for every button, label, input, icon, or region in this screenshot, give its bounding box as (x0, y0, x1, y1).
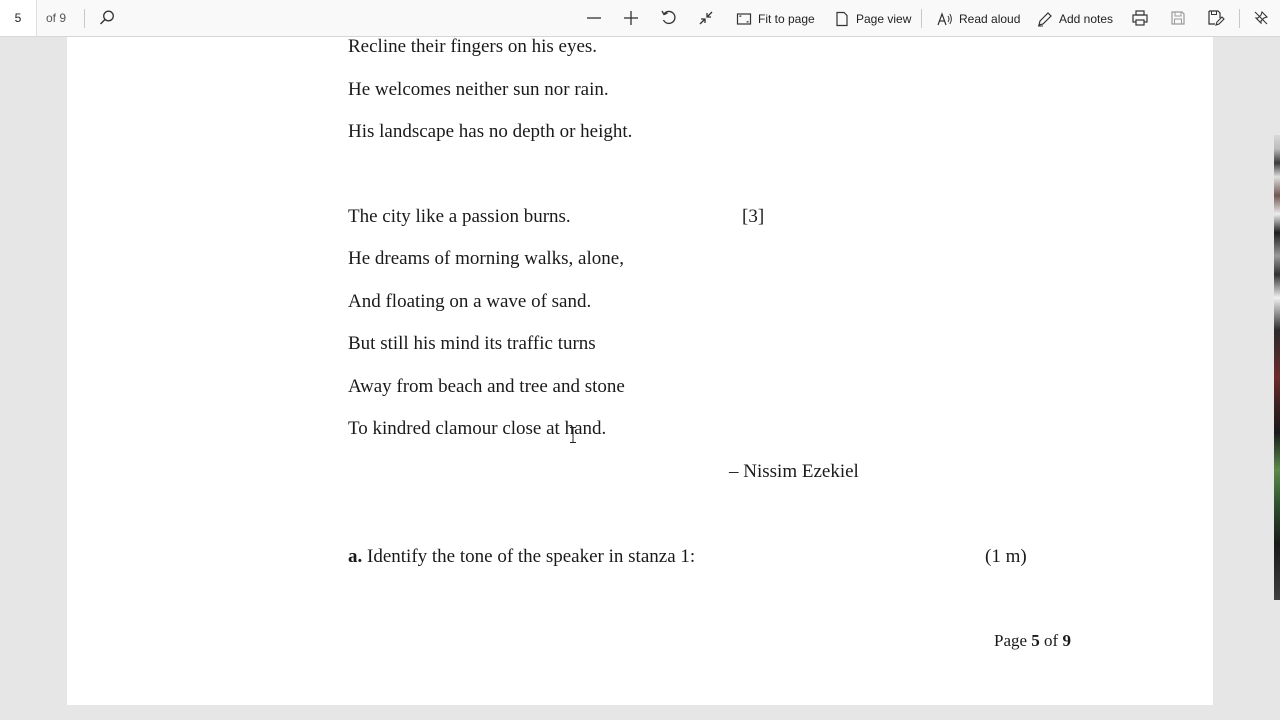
poem-line: He dreams of morning walks, alone, (348, 248, 624, 269)
poem-author: – Nissim Ezekiel (729, 461, 859, 482)
poem-line: Away from beach and tree and stone (348, 376, 625, 397)
fit-to-page-label: Fit to page (758, 11, 815, 26)
read-aloud-label: Read aloud (959, 11, 1021, 26)
poem-line: Recline their fingers on his eyes. (348, 36, 598, 57)
pen-icon (1038, 11, 1052, 26)
question-marks: (1 m) (985, 546, 1027, 567)
poem-line: And floating on a wave of sand. (348, 291, 592, 312)
page-footer: Page 5 of 9 (994, 631, 1071, 651)
fit-to-page-icon (736, 12, 752, 25)
fit-to-page-button[interactable]: Fit to page (736, 0, 815, 37)
print-icon[interactable] (1128, 6, 1152, 30)
save-icon[interactable] (1166, 6, 1190, 30)
stanza-number: [3] (742, 206, 765, 227)
fit-width-icon[interactable] (694, 6, 718, 30)
page-view-button[interactable]: Page view (834, 0, 911, 37)
toolbar-divider (1239, 9, 1240, 28)
add-notes-label: Add notes (1059, 11, 1114, 26)
poem-line: He welcomes neither sun nor rain. (348, 79, 609, 100)
save-as-icon[interactable] (1204, 6, 1228, 30)
poem-line: His landscape has no depth or height. (348, 121, 633, 142)
question-label: a. (348, 546, 363, 567)
zoom-in-icon[interactable] (619, 6, 643, 30)
question-text: Identify the tone of the speaker in stan… (362, 546, 696, 567)
toolbar-divider (84, 9, 85, 28)
pdf-toolbar: 5 of 9 Fit to page Page view Read aloud … (0, 0, 1280, 37)
background-window-content (1274, 135, 1280, 600)
unpin-toolbar-icon[interactable] (1249, 6, 1273, 30)
page-view-icon (836, 11, 848, 26)
add-notes-button[interactable]: Add notes (1037, 0, 1113, 37)
read-aloud-icon (937, 11, 952, 25)
poem-line: But still his mind its traffic turns (348, 333, 596, 354)
footer-middle: of (1039, 631, 1063, 650)
page-total-label: of 9 (46, 11, 67, 25)
poem-line: To kindred clamour close at hand. (348, 418, 607, 439)
text-cursor-icon (569, 426, 577, 444)
footer-prefix: Page (994, 631, 1032, 650)
search-icon[interactable] (95, 6, 119, 30)
page-view-label: Page view (856, 11, 912, 26)
question-a: a. Identify the tone of the speaker in s… (348, 546, 695, 568)
read-aloud-button[interactable]: Read aloud (937, 0, 1020, 37)
page-number-input[interactable]: 5 (0, 0, 37, 36)
toolbar-divider (921, 9, 922, 28)
footer-total-pages: 9 (1062, 631, 1071, 650)
poem-line: The city like a passion burns. (348, 206, 571, 227)
document-page: Recline their fingers on his eyes. He we… (67, 36, 1213, 705)
footer-current-page: 5 (1031, 631, 1040, 650)
rotate-icon[interactable] (657, 6, 681, 30)
zoom-out-icon[interactable] (582, 6, 606, 30)
